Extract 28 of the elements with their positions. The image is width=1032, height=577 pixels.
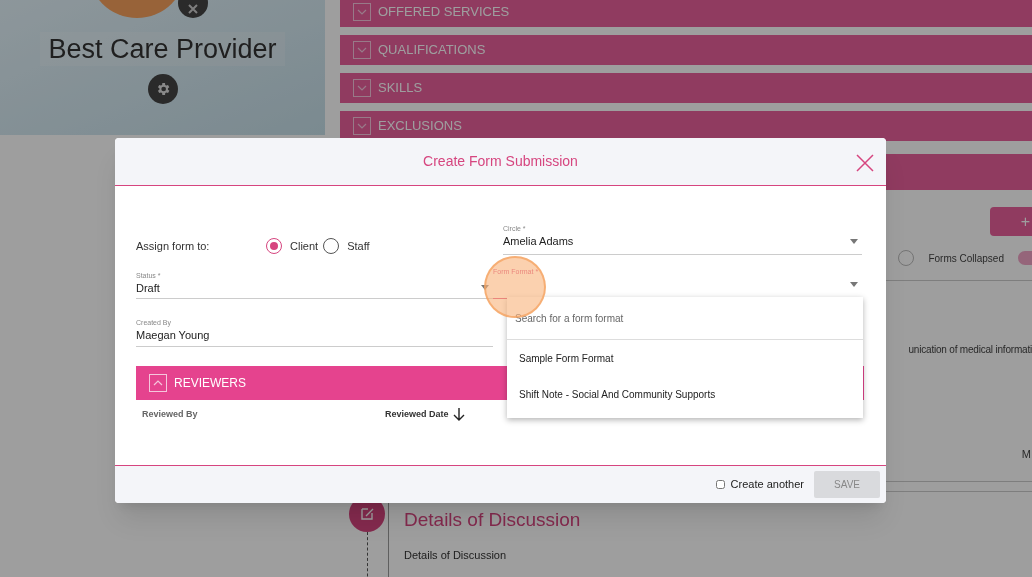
close-icon [856, 154, 874, 172]
create-another-checkbox[interactable] [715, 480, 725, 489]
column-header: M [1021, 449, 1031, 460]
radio-option[interactable]: Client [266, 238, 319, 255]
close-button[interactable] [856, 154, 874, 172]
arrow-down-icon [452, 407, 465, 421]
note-text: unication of medical informati [908, 343, 1032, 357]
chevron-up-icon [149, 373, 167, 392]
chevron-down-icon [353, 3, 371, 21]
dialog-title: Create Form Submission [423, 152, 578, 171]
chevron-down-icon [353, 79, 371, 97]
details-title: Details of Discussion [404, 508, 581, 532]
settings-button[interactable] [147, 74, 178, 104]
toggle-label: Forms Collapsed [928, 251, 1004, 266]
radio[interactable] [898, 250, 915, 266]
column-header[interactable]: Reviewed By [142, 407, 385, 421]
assign-label: Assign form to: [136, 239, 211, 254]
search-field[interactable]: Search for a form format [507, 297, 863, 340]
radio-option[interactable]: Staff [323, 238, 370, 255]
details-text: Details of Discussion [404, 547, 508, 563]
close-icon [188, 4, 198, 14]
caret-icon [850, 238, 858, 244]
column-header[interactable]: Reviewed Date [385, 407, 465, 421]
caret-icon [481, 285, 489, 291]
chevron-down-icon [353, 41, 371, 59]
caret-icon [850, 281, 858, 287]
chevron-down-icon [353, 117, 371, 135]
checkbox-label: Create another [730, 477, 804, 493]
